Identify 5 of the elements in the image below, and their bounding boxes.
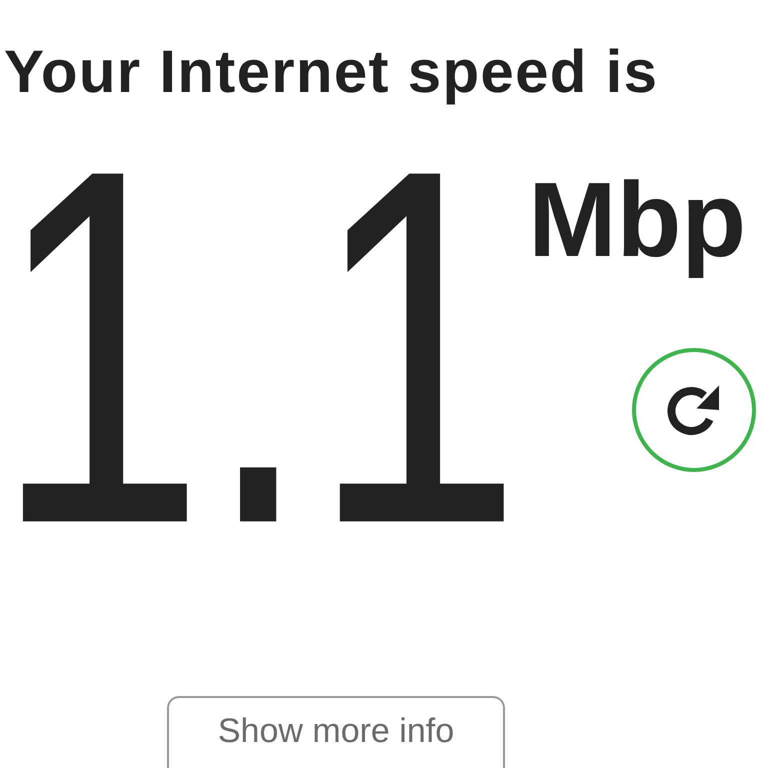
- speed-unit: Mbp: [528, 160, 746, 281]
- heading: Your Internet speed is: [4, 39, 658, 105]
- show-more-info-button[interactable]: Show more info: [167, 696, 505, 768]
- refresh-icon: [667, 384, 722, 436]
- speed-value: 1.1: [0, 145, 522, 550]
